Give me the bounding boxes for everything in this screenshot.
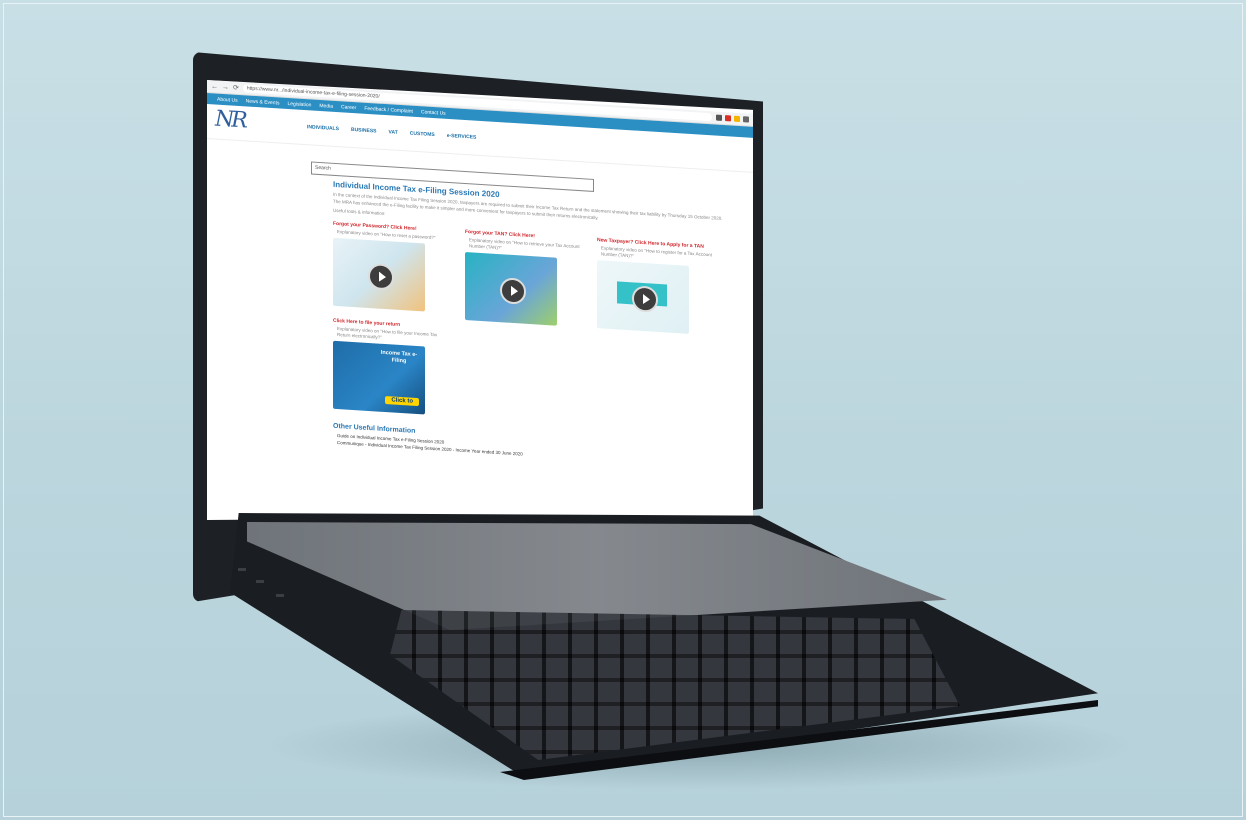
video-cards-row-2: Click Here to file your return Explanato… [333,317,733,433]
reload-icon[interactable]: ⟳ [233,84,239,92]
main-content: Individual Income Tax e-Filing Session 2… [333,180,733,470]
promo-text: Income Tax e-Filing [380,349,418,364]
web-page: ← → ⟳ https://www.nr.../individual-incom… [207,80,753,520]
promo-thumbnail[interactable]: Income Tax e-Filing Click to [333,340,425,415]
topnav-item-feedback[interactable]: Feedback / Complaint [364,105,413,114]
forward-icon[interactable]: → [222,83,229,90]
video-thumbnail[interactable] [333,237,425,312]
video-cards-row: Forgot your Password? Click Here! Explan… [333,220,733,336]
card-forgot-tan: Forgot your TAN? Click Here! Explanatory… [465,228,583,326]
port-icon [238,568,246,571]
extension-icons [716,114,749,123]
extension-icon[interactable] [734,115,740,123]
topnav-item-media[interactable]: Media [319,102,333,109]
nav-item-vat[interactable]: VAT [389,129,398,136]
promo-cta-button[interactable]: Click to [385,395,419,406]
nav-item-customs[interactable]: CUSTOMS [410,131,435,139]
topnav-item-news[interactable]: News & Events [246,98,280,106]
video-thumbnail[interactable] [465,251,557,326]
play-icon[interactable] [500,276,526,305]
card-forgot-password: Forgot your Password? Click Here! Explan… [333,220,451,318]
site-logo[interactable]: NR [215,106,245,133]
video-thumbnail[interactable] [597,259,689,334]
back-icon[interactable]: ← [211,83,218,90]
laptop-screen: ← → ⟳ https://www.nr.../individual-incom… [207,80,753,520]
main-navigation: INDIVIDUALS BUSINESS VAT CUSTOMS e-SERVI… [307,124,476,141]
card-file-return: Click Here to file your return Explanato… [333,317,451,415]
menu-icon[interactable] [743,116,749,123]
card-new-taxpayer: New Taxpayer? Click Here to Apply for a … [597,237,715,335]
nav-item-individuals[interactable]: INDIVIDUALS [307,124,339,132]
topnav-item-contact[interactable]: Contact Us [421,109,446,117]
port-icon [256,580,264,583]
port-icon [276,594,284,597]
topnav-item-career[interactable]: Career [341,104,356,111]
topnav-item-about[interactable]: About Us [217,96,238,103]
nav-item-eservices[interactable]: e-SERVICES [447,133,477,141]
nav-item-business[interactable]: BUSINESS [351,127,377,135]
play-icon[interactable] [368,262,394,291]
topnav-item-legislation[interactable]: Legislation [287,100,311,107]
extension-icon[interactable] [716,114,722,121]
extension-icon[interactable] [725,115,731,122]
